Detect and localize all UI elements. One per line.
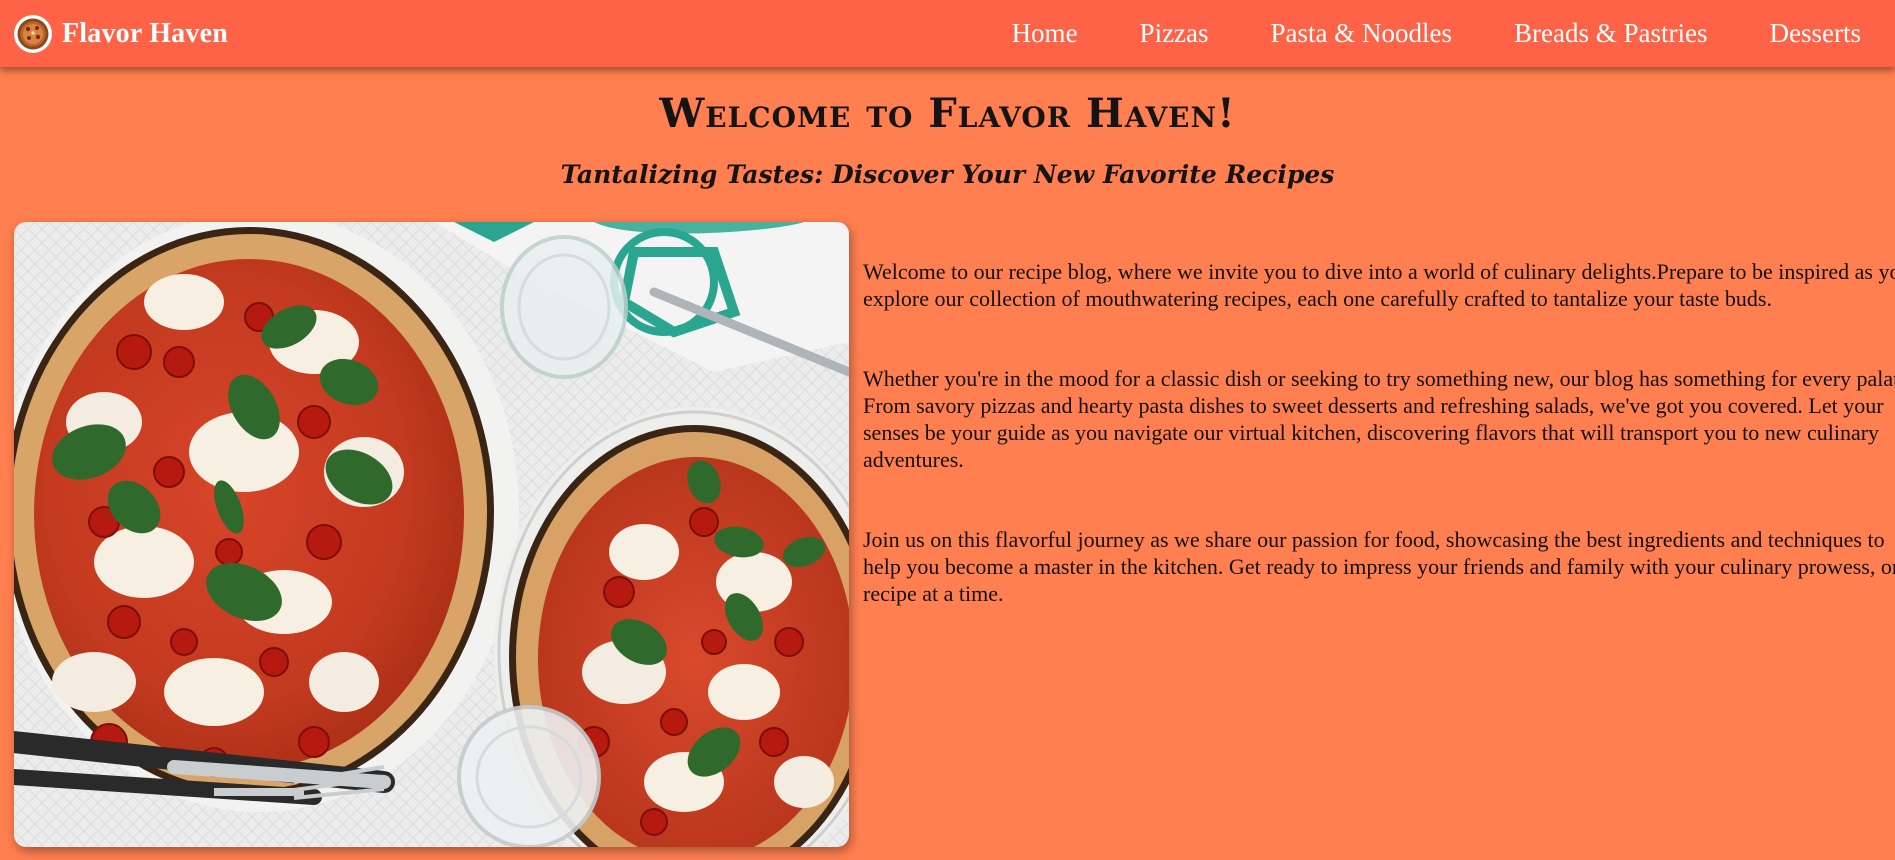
pizza-logo-icon: [14, 14, 52, 53]
intro-paragraph: Welcome to our recipe blog, where we inv…: [863, 259, 1895, 311]
nav-link-pizzas[interactable]: Pizzas: [1109, 18, 1240, 49]
nav-link-pasta-noodles[interactable]: Pasta & Noodles: [1240, 18, 1484, 49]
intro-paragraph: Whether you're in the mood for a classic…: [863, 366, 1895, 472]
brand-name: Flavor Haven: [62, 17, 228, 49]
nav-links: Home Pizzas Pasta & Noodles Breads & Pas…: [981, 18, 1877, 49]
nav-link-breads-pastries[interactable]: Breads & Pastries: [1483, 18, 1738, 49]
pizza-photo: [14, 222, 849, 847]
brand[interactable]: Flavor Haven: [14, 14, 228, 53]
intro-paragraph: Join us on this flavorful journey as we …: [863, 527, 1895, 606]
page-title: Welcome to Flavor Haven!: [659, 90, 1236, 137]
top-navbar: Flavor Haven Home Pizzas Pasta & Noodles…: [0, 0, 1895, 67]
intro-text: Welcome to our recipe blog, where we inv…: [863, 258, 1895, 660]
nav-link-home[interactable]: Home: [981, 18, 1109, 49]
page-subtitle: Tantalizing Tastes: Discover Your New Fa…: [560, 160, 1335, 189]
nav-link-desserts[interactable]: Desserts: [1739, 18, 1877, 49]
